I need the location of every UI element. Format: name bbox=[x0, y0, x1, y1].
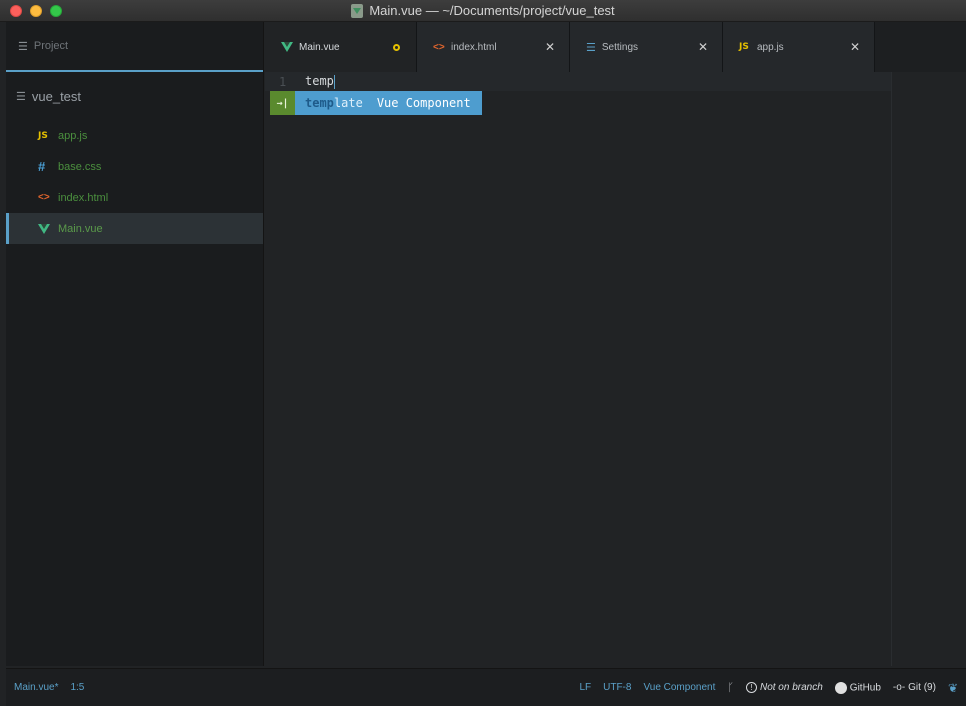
maximize-window-button[interactable] bbox=[50, 5, 62, 17]
close-tab-icon[interactable]: ✕ bbox=[696, 40, 710, 54]
status-branch[interactable]: ! Not on branch bbox=[745, 681, 823, 694]
vue-file-icon bbox=[38, 223, 50, 234]
status-github[interactable]: GitHub bbox=[834, 681, 881, 694]
tab-label: app.js bbox=[757, 41, 784, 53]
tab-label: Settings bbox=[601, 41, 639, 53]
status-cursor-position[interactable]: 1:5 bbox=[70, 682, 84, 693]
code-text: temp bbox=[305, 74, 334, 88]
close-tab-icon[interactable]: ✕ bbox=[543, 40, 557, 54]
tree-root-folder[interactable]: ☰ vue_test bbox=[6, 72, 263, 120]
tree-root-label: vue_test bbox=[31, 88, 82, 104]
suggestion-word: template bbox=[295, 96, 363, 110]
wrap-guide bbox=[891, 72, 892, 666]
vue-file-icon bbox=[281, 42, 293, 52]
tab-app-js[interactable]: JS app.js ✕ bbox=[723, 22, 875, 72]
code-editor[interactable]: 1 temp →| template Vue Component bbox=[265, 72, 966, 666]
current-line-highlight bbox=[265, 72, 891, 91]
suggestion-type: Vue Component bbox=[376, 96, 471, 110]
tree-item-index-html[interactable]: <> index.html bbox=[6, 182, 263, 213]
project-panel-title: Project bbox=[33, 40, 69, 52]
status-bar: Main.vue* 1:5 LF UTF-8 Vue Component ᚴ !… bbox=[6, 668, 966, 706]
repo-icon: ☰ bbox=[16, 89, 26, 103]
code-line[interactable]: temp bbox=[305, 74, 335, 89]
tree-item-main-vue[interactable]: Main.vue bbox=[6, 213, 263, 244]
tab-bar: Main.vue <> index.html ✕ ☰ Settings ✕ JS… bbox=[265, 22, 966, 72]
vue-file-icon bbox=[351, 3, 364, 18]
status-branch-text: Not on branch bbox=[759, 682, 823, 694]
tree-item-label: base.css bbox=[58, 160, 102, 173]
html-file-icon: <> bbox=[38, 192, 50, 203]
line-number-gutter: 1 bbox=[265, 72, 297, 666]
tree-item-base-css[interactable]: # base.css bbox=[6, 151, 263, 182]
tab-settings[interactable]: ☰ Settings ✕ bbox=[570, 22, 723, 72]
project-panel-header[interactable]: ☰ Project bbox=[6, 22, 263, 72]
tree-item-app-js[interactable]: JS app.js bbox=[6, 120, 263, 151]
tab-index-html[interactable]: <> index.html ✕ bbox=[417, 22, 570, 72]
status-encoding[interactable]: UTF-8 bbox=[603, 682, 631, 693]
text-cursor bbox=[333, 74, 335, 89]
autocomplete-suggestion[interactable]: →| template Vue Component bbox=[270, 91, 482, 115]
window-controls bbox=[10, 5, 62, 17]
git-branch-icon[interactable]: ᚴ bbox=[727, 682, 734, 694]
tab-label: Main.vue bbox=[299, 41, 340, 53]
modified-indicator-icon[interactable] bbox=[393, 43, 400, 51]
settings-icon: ☰ bbox=[586, 41, 596, 54]
title-bar: Main.vue — ~/Documents/project/vue_test bbox=[0, 0, 966, 22]
suggestion-rest: late bbox=[333, 96, 363, 110]
status-grammar[interactable]: Vue Component bbox=[643, 682, 715, 693]
window-title: Main.vue — ~/Documents/project/vue_test bbox=[351, 3, 615, 18]
suggestion-match: temp bbox=[305, 96, 334, 110]
squirrel-icon[interactable]: ❦ bbox=[948, 681, 958, 695]
js-file-icon: JS bbox=[739, 42, 749, 52]
css-file-icon: # bbox=[38, 159, 46, 174]
status-git-text: Git (9) bbox=[908, 682, 936, 693]
status-file-name[interactable]: Main.vue* bbox=[14, 682, 58, 693]
snippet-icon: →| bbox=[270, 91, 295, 115]
line-number: 1 bbox=[279, 75, 287, 89]
tree-item-label: Main.vue bbox=[58, 222, 103, 235]
status-git[interactable]: -o- Git (9) bbox=[893, 682, 936, 693]
tree-item-label: app.js bbox=[58, 129, 88, 142]
git-commit-icon: -o- bbox=[892, 682, 906, 693]
close-tab-icon[interactable]: ✕ bbox=[848, 40, 862, 54]
window-title-text: Main.vue — ~/Documents/project/vue_test bbox=[369, 3, 615, 18]
html-file-icon: <> bbox=[433, 41, 445, 53]
tree-item-label: index.html bbox=[58, 191, 109, 204]
project-icon: ☰ bbox=[18, 39, 28, 53]
status-github-text: GitHub bbox=[849, 682, 881, 694]
info-icon: ! bbox=[745, 681, 757, 693]
minimize-window-button[interactable] bbox=[30, 5, 42, 17]
tab-main-vue[interactable]: Main.vue bbox=[265, 22, 417, 72]
github-icon bbox=[834, 681, 847, 694]
editor-window: Main.vue — ~/Documents/project/vue_test … bbox=[0, 0, 966, 706]
tab-label: index.html bbox=[451, 41, 497, 53]
close-window-button[interactable] bbox=[10, 5, 22, 17]
js-file-icon: JS bbox=[38, 130, 48, 141]
status-line-ending[interactable]: LF bbox=[579, 682, 591, 693]
project-sidebar: ☰ Project ☰ vue_test JS app.js # base.cs… bbox=[6, 22, 264, 666]
